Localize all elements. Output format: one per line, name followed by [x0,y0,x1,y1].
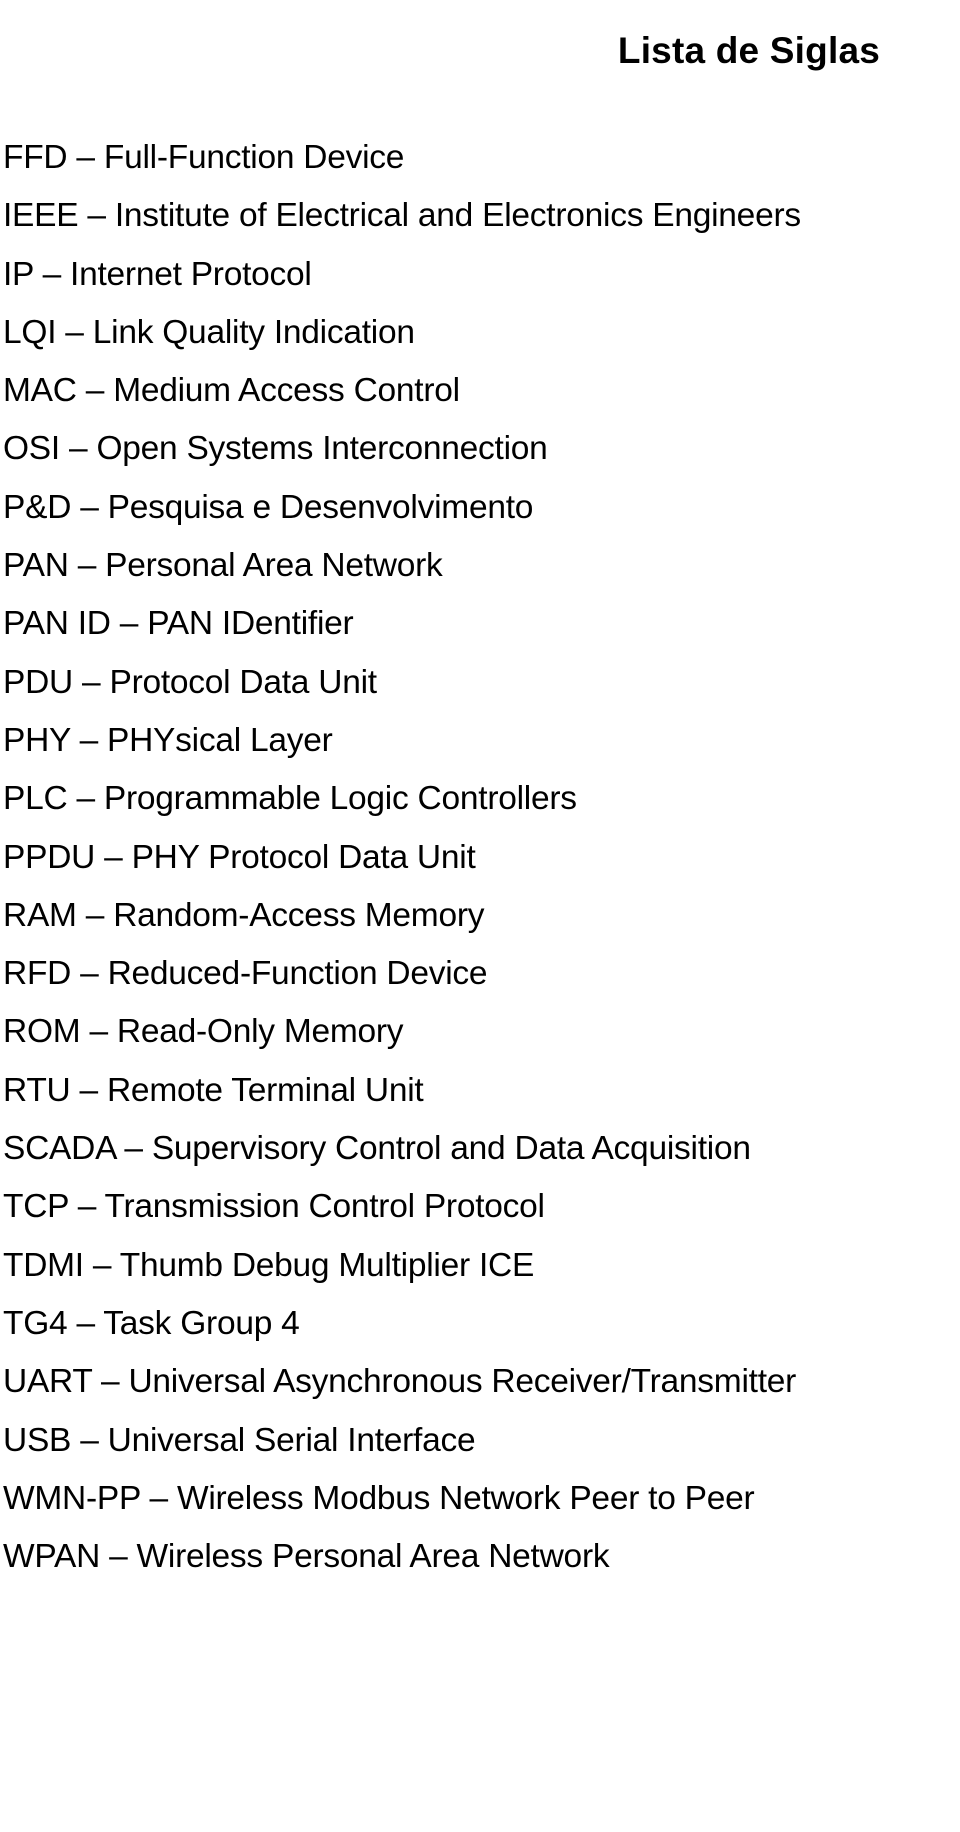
acronym-entry: P&D – Pesquisa e Desenvolvimento [3,488,534,526]
list-item: RAM – Random-Access Memory [3,887,960,945]
acronym-entry: TG4 – Task Group 4 [3,1304,300,1342]
acronym-list: FFD – Full-Function Device IEEE – Instit… [3,129,960,1586]
acronym-entry: RAM – Random-Access Memory [3,896,485,934]
document-page: Lista de Siglas FFD – Full-Function Devi… [0,0,960,1832]
acronym-entry: PPDU – PHY Protocol Data Unit [3,838,476,876]
acronym-entry: ROM – Read-Only Memory [3,1013,404,1051]
acronym-entry: WPAN – Wireless Personal Area Network [3,1538,610,1576]
list-item: PAN ID – PAN IDentifier [3,595,960,653]
list-item: LQI – Link Quality Indication [3,304,960,362]
list-item: P&D – Pesquisa e Desenvolvimento [3,479,960,537]
acronym-entry: RFD – Reduced-Function Device [3,955,488,993]
list-item: OSI – Open Systems Interconnection [3,420,960,478]
list-item: RTU – Remote Terminal Unit [3,1062,960,1120]
acronym-entry: TCP – Transmission Control Protocol [3,1188,545,1226]
list-item: SCADA – Supervisory Control and Data Acq… [3,1120,960,1178]
list-item: PPDU – PHY Protocol Data Unit [3,829,960,887]
acronym-entry: PDU – Protocol Data Unit [3,663,377,701]
acronym-entry: PAN ID – PAN IDentifier [3,605,354,643]
acronym-entry: OSI – Open Systems Interconnection [3,430,548,468]
acronym-entry: IEEE – Institute of Electrical and Elect… [3,197,801,235]
acronym-entry: MAC – Medium Access Control [3,372,460,410]
acronym-entry: IP – Internet Protocol [3,255,312,293]
acronym-entry: USB – Universal Serial Interface [3,1421,476,1459]
acronym-entry: PHY – PHYsical Layer [3,721,333,759]
page-title: Lista de Siglas [617,29,880,71]
list-item: USB – Universal Serial Interface [3,1412,960,1470]
list-item: PAN – Personal Area Network [3,537,960,595]
list-item: PLC – Programmable Logic Controllers [3,770,960,828]
list-item: IEEE – Institute of Electrical and Elect… [3,187,960,245]
acronym-entry: UART – Universal Asynchronous Receiver/T… [3,1363,797,1401]
acronym-entry: WMN-PP – Wireless Modbus Network Peer to… [3,1479,755,1517]
list-item: FFD – Full-Function Device [3,129,960,187]
list-item: PDU – Protocol Data Unit [3,654,960,712]
list-item: UART – Universal Asynchronous Receiver/T… [3,1353,960,1411]
list-item: TDMI – Thumb Debug Multiplier ICE [3,1237,960,1295]
list-item: WMN-PP – Wireless Modbus Network Peer to… [3,1470,960,1528]
list-item: TCP – Transmission Control Protocol [3,1178,960,1236]
acronym-entry: PLC – Programmable Logic Controllers [3,780,577,818]
list-item: ROM – Read-Only Memory [3,1003,960,1061]
list-item: MAC – Medium Access Control [3,362,960,420]
list-item: PHY – PHYsical Layer [3,712,960,770]
list-item: IP – Internet Protocol [3,246,960,304]
list-item: WPAN – Wireless Personal Area Network [3,1528,960,1586]
acronym-entry: PAN – Personal Area Network [3,547,443,585]
list-item: RFD – Reduced-Function Device [3,945,960,1003]
acronym-entry: RTU – Remote Terminal Unit [3,1071,424,1109]
list-item: TG4 – Task Group 4 [3,1295,960,1353]
acronym-entry: TDMI – Thumb Debug Multiplier ICE [3,1246,535,1284]
acronym-entry: LQI – Link Quality Indication [3,313,415,351]
acronym-entry: SCADA – Supervisory Control and Data Acq… [3,1130,751,1168]
acronym-entry: FFD – Full-Function Device [3,139,405,176]
